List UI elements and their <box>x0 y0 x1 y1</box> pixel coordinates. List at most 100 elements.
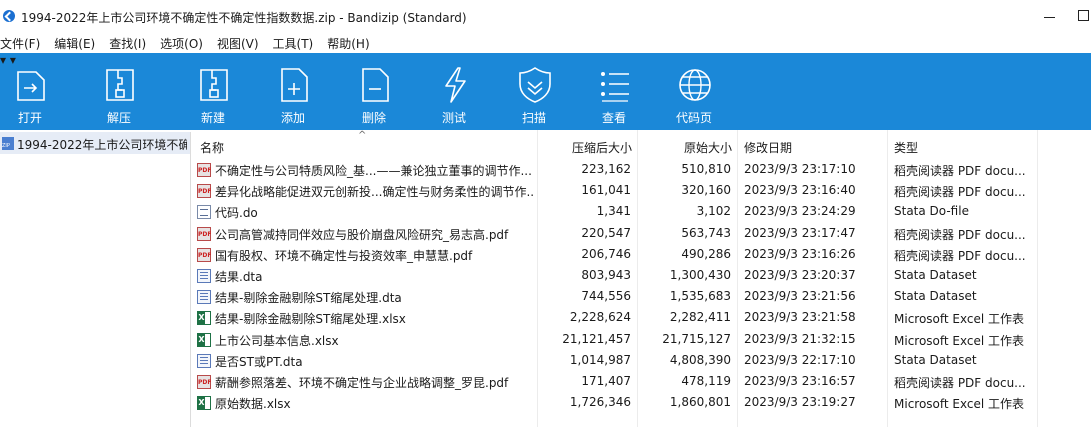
add-button[interactable]: 添加 <box>263 53 323 130</box>
file-type: 稻壳阅读器 PDF docu... <box>894 185 1026 200</box>
pdf-file-icon <box>197 226 211 241</box>
table-row[interactable]: 是否ST或PT.dta 1,014,987 4,808,390 2023/9/3 22… <box>191 350 1091 371</box>
toolbar: 打开 ▾ 解压 ▾ 新建 添加 删除 测试 扫描 查看 代码页 <box>0 53 1091 130</box>
new-button[interactable]: 新建 <box>183 53 243 130</box>
compressed-size: 220,547 <box>581 225 631 240</box>
xlsx-file-icon <box>197 311 211 326</box>
view-button[interactable]: 查看 <box>584 53 644 130</box>
extract-icon <box>106 69 134 101</box>
compressed-size: 1,341 <box>596 204 631 219</box>
menu-find[interactable]: 查找(I) <box>109 33 146 53</box>
original-size: 490,286 <box>681 246 731 261</box>
file-name: 上市公司基本信息.xlsx <box>215 333 339 348</box>
open-button[interactable]: 打开 <box>0 53 60 130</box>
column-header-compressed[interactable]: 压缩后大小 <box>572 139 632 156</box>
file-name: 结果-剔除金融剔除ST缩尾处理.dta <box>215 291 402 306</box>
modified-date: 2023/9/3 23:21:58 <box>744 310 856 325</box>
extract-button[interactable]: 解压 <box>89 53 149 130</box>
original-size: 320,160 <box>681 183 731 198</box>
file-name: 不确定性与公司特质风险_基...——兼论独立董事的调节作... <box>215 164 532 178</box>
codepage-button[interactable]: 代码页 <box>664 53 724 130</box>
tree-item-label: 1994-2022年上市公司环境不确 <box>17 138 187 152</box>
table-row[interactable]: 差异化战略能促进双元创新投...确定性与财务柔性的调节作... 161,041 32… <box>191 180 1091 201</box>
scan-button[interactable]: 扫描 <box>504 53 564 130</box>
bandizip-app-icon <box>3 10 15 22</box>
modified-date: 2023/9/3 23:24:29 <box>744 204 856 219</box>
table-row[interactable]: 结果.dta 803,943 1,300,430 2023/9/3 23:20:37 S… <box>191 265 1091 286</box>
table-row[interactable]: 原始数据.xlsx 1,726,346 1,860,801 2023/9/3 23:1… <box>191 392 1091 413</box>
restore-icon <box>1078 10 1089 21</box>
table-row[interactable]: 薪酬参照落差、环境不确定性与企业战略调整_罗昆.pdf 171,407 478,11… <box>191 371 1091 392</box>
delete-file-icon <box>362 68 389 102</box>
menu-options[interactable]: 选项(O) <box>160 33 203 53</box>
column-header-modified[interactable]: 修改日期 <box>744 139 792 156</box>
xlsx-file-icon <box>197 332 211 347</box>
compressed-size: 803,943 <box>581 268 631 282</box>
file-name: 代码.do <box>215 206 258 221</box>
original-size: 1,860,801 <box>669 395 731 410</box>
table-row[interactable]: 上市公司基本信息.xlsx 21,121,457 21,715,127 2023/9/… <box>191 329 1091 350</box>
shield-icon <box>519 67 551 103</box>
delete-button[interactable]: 删除 <box>344 53 404 130</box>
lightning-icon <box>445 67 466 103</box>
test-button[interactable]: 测试 <box>424 53 484 130</box>
file-name: 国有股权、环境不确定性与投资效率_申慧慧.pdf <box>215 248 473 263</box>
table-row[interactable]: 国有股权、环境不确定性与投资效率_申慧慧.pdf 206,746 490,286 20… <box>191 244 1091 265</box>
title-bar: 1994-2022年上市公司环境不确定性不确定性指数数据.zip - Bandi… <box>0 0 1091 32</box>
pdf-file-icon <box>197 375 211 389</box>
restore-button[interactable] <box>1078 6 1091 26</box>
extract-label: 解压 <box>106 111 131 125</box>
menu-help[interactable]: 帮助(H) <box>327 33 369 53</box>
pdf-file-icon <box>197 163 211 177</box>
file-name: 结果-剔除金融剔除ST缩尾处理.xlsx <box>215 312 406 327</box>
file-type: Stata Do-file <box>894 204 969 219</box>
file-type: 稻壳阅读器 PDF docu... <box>894 248 1026 263</box>
menu-view[interactable]: 视图(V) <box>217 33 259 53</box>
compressed-size: 223,162 <box>581 162 631 176</box>
compressed-size: 161,041 <box>581 183 631 198</box>
modified-date: 2023/9/3 23:19:27 <box>744 395 856 410</box>
compressed-size: 21,121,457 <box>562 331 631 346</box>
modified-date: 2023/9/3 21:32:15 <box>744 331 856 346</box>
new-label: 新建 <box>200 111 225 125</box>
modified-date: 2023/9/3 23:21:56 <box>744 289 856 304</box>
add-file-icon <box>281 68 308 102</box>
file-type: 稻壳阅读器 PDF docu... <box>894 376 1026 390</box>
table-row[interactable]: 结果-剔除金融剔除ST缩尾处理.dta 744,556 1,535,683 2023/… <box>191 286 1091 307</box>
table-row[interactable]: 不确定性与公司特质风险_基...——兼论独立董事的调节作... 223,162 51… <box>191 159 1091 180</box>
file-type: Stata Dataset <box>894 289 977 304</box>
modified-date: 2023/9/3 23:17:10 <box>744 162 856 176</box>
modified-date: 2023/9/3 23:17:47 <box>744 225 856 240</box>
menu-tools[interactable]: 工具(T) <box>273 33 314 53</box>
column-header-type[interactable]: 类型 <box>894 139 918 156</box>
table-row[interactable]: 代码.do 1,341 3,102 2023/9/3 23:24:29 Stata Do… <box>191 201 1091 222</box>
table-row[interactable]: 结果-剔除金融剔除ST缩尾处理.xlsx 2,228,624 2,282,411 20… <box>191 307 1091 328</box>
compressed-size: 744,556 <box>581 289 631 304</box>
original-size: 2,282,411 <box>669 310 731 325</box>
list-view-icon <box>601 72 629 102</box>
dta-file-icon <box>197 353 211 368</box>
file-name: 差异化战略能促进双元创新投...确定性与财务柔性的调节作... <box>215 185 535 200</box>
original-size: 4,808,390 <box>669 352 731 367</box>
table-row[interactable]: 公司高管减持同伴效应与股价崩盘风险研究_易志高.pdf 220,547 563,74… <box>191 223 1091 244</box>
do-file-icon <box>197 205 211 220</box>
compressed-size: 1,014,987 <box>569 352 631 367</box>
file-type: 稻壳阅读器 PDF docu... <box>894 164 1026 178</box>
compressed-size: 2,228,624 <box>569 310 631 325</box>
zip-archive-icon <box>2 137 14 150</box>
compressed-size: 206,746 <box>581 246 631 261</box>
sort-ascending-icon: ^ <box>358 130 367 141</box>
minimize-button[interactable] <box>1040 6 1060 26</box>
file-name: 原始数据.xlsx <box>215 397 291 412</box>
menu-file[interactable]: 文件(F) <box>0 33 40 53</box>
file-name: 结果.dta <box>215 270 263 284</box>
file-type: Microsoft Excel 工作表 <box>894 333 1025 348</box>
window-title: 1994-2022年上市公司环境不确定性不确定性指数数据.zip - Bandi… <box>21 11 467 25</box>
column-header-name[interactable]: 名称 <box>200 139 224 156</box>
original-size: 21,715,127 <box>662 331 731 346</box>
menu-edit[interactable]: 编辑(E) <box>54 33 95 53</box>
original-size: 478,119 <box>681 374 731 388</box>
column-header-original[interactable]: 原始大小 <box>684 139 732 156</box>
open-icon <box>17 71 45 101</box>
tree-item-archive[interactable]: 1994-2022年上市公司环境不确 <box>0 132 190 154</box>
